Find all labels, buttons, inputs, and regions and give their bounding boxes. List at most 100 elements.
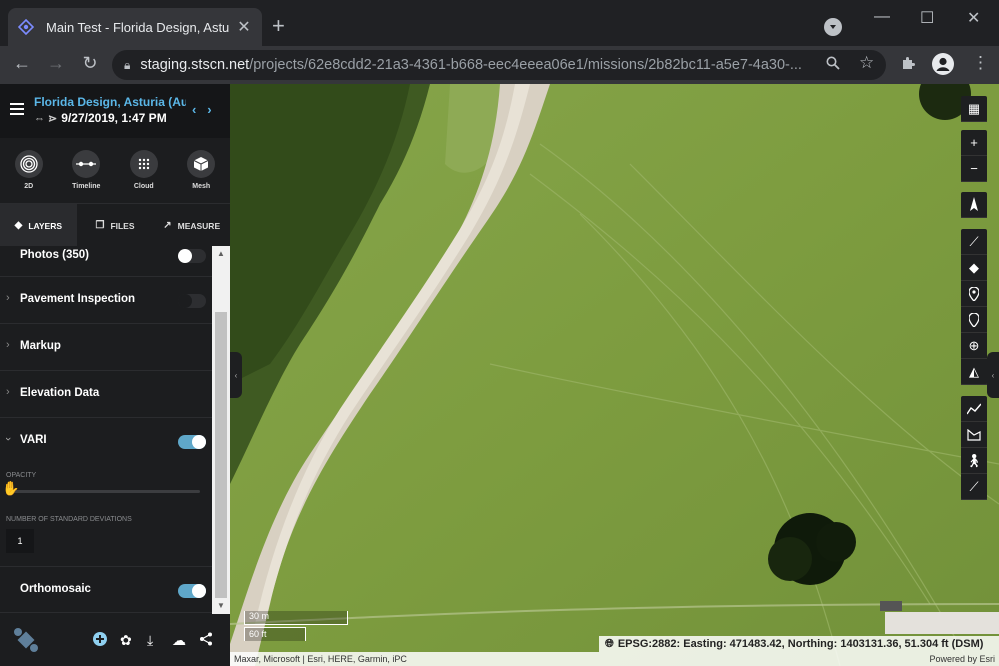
layer-markup-label: Markup (20, 340, 61, 352)
browser-toolbar: ← → ↻ 🔒︎ staging.stscn.net/projects/62e8… (0, 46, 999, 84)
download-icon[interactable]: ⤓ (147, 632, 153, 649)
compass-icon[interactable] (961, 192, 987, 218)
browser-tab-bar: Main Test - Florida Design, Asturi ✕ + —… (0, 0, 999, 46)
new-tab-icon[interactable]: + (272, 15, 285, 37)
view-2d-button[interactable]: 2D (4, 150, 54, 190)
next-mission-icon[interactable]: › (207, 102, 211, 117)
zoom-icon[interactable] (826, 56, 840, 75)
collapse-chevron-icon[interactable]: › (2, 437, 14, 441)
layer-ortho-toggle[interactable] (178, 584, 206, 598)
site-favicon-icon (18, 19, 34, 35)
attribution-text: Maxar, Microsoft | Esri, HERE, Garmin, i… (234, 654, 407, 664)
profile-chart-icon[interactable] (961, 396, 987, 422)
view-mesh-button[interactable]: Mesh (176, 150, 226, 190)
view-timeline-label: Timeline (72, 183, 101, 190)
minimize-icon[interactable]: — (874, 8, 890, 26)
layer-photos[interactable]: Photos (350) (0, 246, 212, 277)
back-icon[interactable]: ← (10, 53, 34, 74)
hamburger-menu-icon[interactable] (10, 103, 24, 118)
map-viewer[interactable]: ‹ ‹ ▦ + − ⟋ ◆ ⊕ ◭ 🚶︎ ⟋ 30 m 60 ft 🌐︎ EPS… (230, 84, 999, 666)
reload-icon[interactable]: ↻ (78, 53, 102, 74)
scale-metric: 30 m (244, 611, 348, 625)
pen-icon[interactable]: ⟋ (961, 474, 987, 500)
view-cloud-button[interactable]: Cloud (119, 150, 169, 190)
view-cloud-label: Cloud (133, 183, 154, 190)
forward-icon[interactable]: → (44, 53, 68, 74)
layer-elevation-data[interactable]: › Elevation Data (0, 371, 212, 418)
layer-vari-toggle[interactable] (178, 435, 206, 449)
expand-right-panel-icon[interactable]: ‹ (987, 352, 999, 398)
walk-icon[interactable]: 🚶︎ (961, 448, 987, 474)
view-timeline-button[interactable]: Timeline (61, 150, 111, 190)
mission-date-label: 9/27/2019, 1:47 PM (61, 111, 167, 125)
map-grid-tool: ▦ (961, 96, 987, 122)
browser-menu-icon[interactable]: ⋮ (972, 53, 989, 73)
files-icon: ❐ (95, 220, 105, 231)
fingerprint-icon (14, 150, 43, 178)
layer-vari[interactable]: › VARI OPACITY ✋ NUMBER OF STANDARD DEVI… (0, 418, 212, 567)
toggle-knob (192, 435, 206, 449)
layer-pavement-label: Pavement Inspection (20, 293, 136, 305)
layer-elevation-label: Elevation Data (20, 387, 100, 399)
location-marker-icon[interactable] (961, 307, 987, 333)
area-icon[interactable] (961, 422, 987, 448)
layer-pavement-inspection[interactable]: › Pavement Inspection (0, 277, 212, 324)
browser-tab[interactable]: Main Test - Florida Design, Asturi ✕ (8, 8, 262, 46)
project-title[interactable]: Florida Design, Asturia (Au... (34, 95, 186, 109)
window-close-icon[interactable]: ✕ (967, 8, 980, 28)
collapse-sidebar-icon[interactable]: ‹ (230, 352, 242, 398)
drone-logo-icon[interactable] (12, 626, 40, 654)
point-cloud-icon (129, 150, 158, 178)
tab-measure[interactable]: ↗ MEASURE (153, 204, 230, 247)
scroll-down-icon[interactable]: ▼ (217, 601, 225, 610)
sidebar-header: Florida Design, Asturia (Au... ⇔ ⋗ 9/27/2… (0, 84, 230, 138)
tab-layers-label: LAYERS (28, 220, 63, 231)
line-measure-icon[interactable]: ⟋ (961, 229, 987, 255)
layer-ortho-label: Orthomosaic (20, 583, 91, 595)
layer-photos-toggle[interactable] (178, 249, 206, 263)
address-bar[interactable]: 🔒︎ staging.stscn.net/projects/62e8cdd2-2… (112, 50, 886, 80)
location-pin-icon[interactable] (961, 281, 987, 307)
extensions-icon[interactable] (900, 55, 916, 76)
tab-search-icon[interactable] (824, 18, 842, 36)
mission-date[interactable]: ⇔ ⋗ 9/27/2019, 1:47 PM (34, 111, 167, 125)
std-dev-input[interactable]: 1 (6, 529, 34, 553)
maximize-icon[interactable]: ☐ (920, 8, 934, 28)
view-2d-label: 2D (24, 183, 34, 190)
scroll-thumb[interactable] (215, 312, 227, 598)
zoom-in-icon[interactable]: + (961, 130, 987, 156)
expand-chevron-icon[interactable]: › (6, 292, 10, 304)
expand-chevron-icon[interactable]: › (6, 386, 10, 398)
tab-close-icon[interactable]: ✕ (236, 17, 252, 37)
expand-chevron-icon[interactable]: › (6, 339, 10, 351)
toggle-knob (192, 584, 206, 598)
globe-icon[interactable]: 🌐︎ (605, 638, 614, 651)
tab-layers[interactable]: ◆ LAYERS (0, 204, 77, 247)
layer-pavement-toggle[interactable] (178, 294, 206, 308)
tab-files[interactable]: ❐ FILES (77, 204, 154, 247)
volume-icon[interactable]: ◭ (961, 359, 987, 385)
layer-orthomosaic[interactable]: Orthomosaic (0, 567, 212, 613)
layer-markup[interactable]: › Markup (0, 324, 212, 371)
zoom-out-icon[interactable]: − (961, 156, 987, 182)
mesh-cube-icon (187, 150, 216, 178)
toggle-knob (178, 294, 192, 308)
url-host: staging.stscn.net (140, 57, 250, 73)
share-icon[interactable] (200, 632, 212, 649)
opacity-slider[interactable] (6, 490, 200, 493)
qr-grid-icon[interactable]: ▦ (961, 96, 987, 122)
elevation-icon[interactable]: ◆ (961, 255, 987, 281)
profile-avatar[interactable] (932, 53, 954, 75)
crosshair-icon[interactable]: ⊕ (961, 333, 987, 359)
analysis-tools: 🚶︎ ⟋ (961, 396, 987, 500)
prev-mission-icon[interactable]: ‹ (192, 102, 196, 117)
add-icon[interactable] (93, 632, 107, 649)
view-mode-bar: 2D Timeline Cloud Mesh (0, 138, 230, 204)
cloud-upload-icon[interactable]: ☁ (172, 632, 186, 649)
scroll-up-icon[interactable]: ▲ (217, 249, 225, 258)
aerial-imagery (230, 84, 999, 666)
bookmark-star-icon[interactable]: ☆ (859, 53, 874, 73)
palette-icon[interactable]: ✿ (120, 632, 132, 649)
layers-scrollbar[interactable]: ▲ ▼ (212, 246, 230, 614)
powered-by-text[interactable]: Powered by Esri (929, 654, 995, 664)
